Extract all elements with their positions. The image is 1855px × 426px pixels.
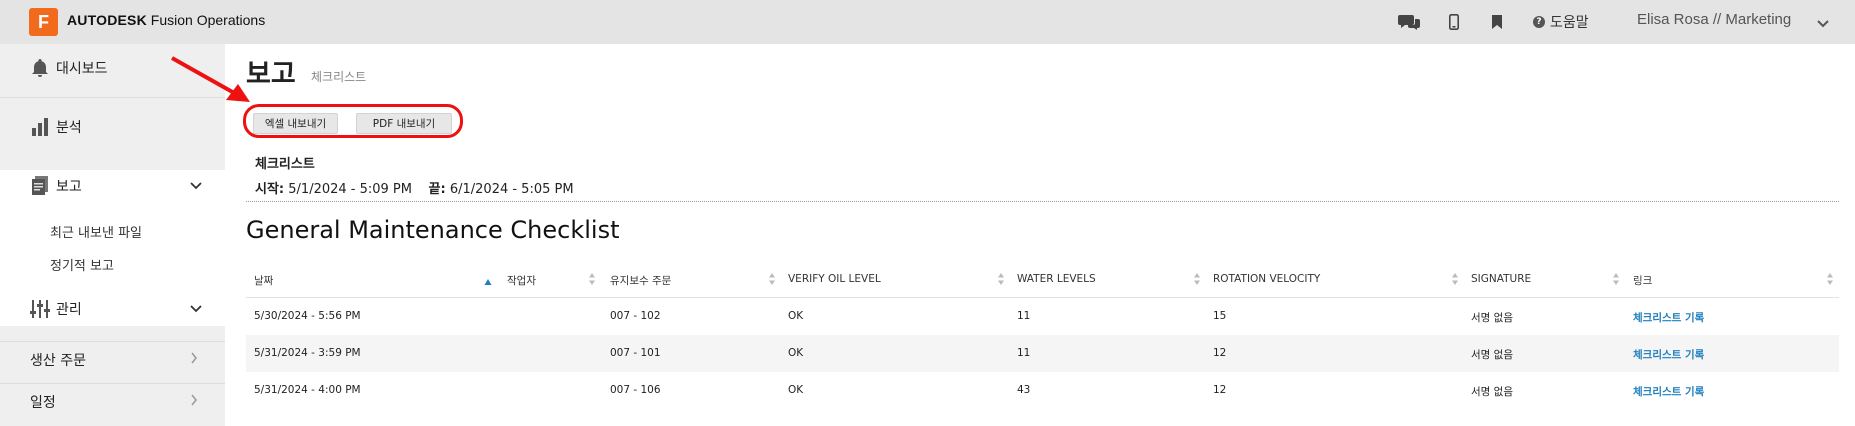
column-header-verify-oil-level[interactable]: VERIFY OIL LEVEL xyxy=(788,273,881,285)
column-header-link[interactable]: 링크 xyxy=(1633,273,1652,288)
cell-maintenance-order: 007 - 101 xyxy=(610,347,661,359)
sort-icon[interactable] xyxy=(1193,271,1201,290)
top-bar: F AUTODESK Fusion Operations ? 도움말 Elisa… xyxy=(0,0,1855,44)
cell-water-levels: 11 xyxy=(1017,347,1031,359)
chevron-right-icon[interactable] xyxy=(190,394,198,410)
report-date-range: 시작: 5/1/2024 - 5:09 PM 끝: 6/1/2024 - 5:0… xyxy=(255,178,574,197)
cell-maintenance-order: 007 - 102 xyxy=(610,310,661,322)
sidebar-divider xyxy=(0,341,225,342)
checklist-record-link[interactable]: 체크리스트 기록 xyxy=(1633,347,1704,362)
cell-water-levels: 11 xyxy=(1017,310,1031,322)
table-row[interactable]: 5/31/2024 - 3:59 PM 007 - 101 OK 11 12 서… xyxy=(246,335,1839,372)
checklist-title: General Maintenance Checklist xyxy=(246,216,620,244)
chat-icon[interactable] xyxy=(1398,12,1420,32)
export-excel-button[interactable]: 엑셀 내보내기 xyxy=(253,113,338,134)
sidebar-item-analytics[interactable]: 분석 xyxy=(0,117,225,137)
sidebar-subitem-recent-exports[interactable]: 최근 내보낸 파일 xyxy=(50,222,142,241)
sort-icon[interactable] xyxy=(588,271,596,290)
bell-icon xyxy=(30,58,50,78)
mobile-icon[interactable] xyxy=(1443,12,1465,32)
sort-ascending-icon[interactable] xyxy=(484,271,492,290)
bar-chart-icon xyxy=(30,117,50,137)
column-header-signature[interactable]: SIGNATURE xyxy=(1471,273,1531,285)
sidebar-item-reports[interactable]: 보고 xyxy=(0,176,225,196)
sidebar-item-management[interactable]: 관리 xyxy=(0,299,225,319)
column-header-water-levels[interactable]: WATER LEVELS xyxy=(1017,273,1096,285)
cell-rotation-velocity: 12 xyxy=(1213,347,1227,359)
sidebar-item-schedule[interactable]: 일정 xyxy=(0,392,225,412)
sidebar-item-label: 대시보드 xyxy=(56,61,108,77)
sidebar-item-label: 분석 xyxy=(56,120,82,136)
cell-oil-level: OK xyxy=(788,384,804,396)
column-header-maintenance-order[interactable]: 유지보수 주문 xyxy=(610,273,671,288)
brand-name: AUTODESK Fusion Operations xyxy=(67,12,265,28)
cell-date: 5/31/2024 - 4:00 PM xyxy=(254,384,361,396)
cell-signature: 서명 없음 xyxy=(1471,386,1513,398)
sort-icon[interactable] xyxy=(768,271,776,290)
help-icon: ? xyxy=(1533,16,1545,28)
sidebar-item-label: 생산 주문 xyxy=(30,353,86,369)
divider-dotted xyxy=(246,201,1839,202)
sidebar-item-label: 관리 xyxy=(56,302,82,318)
sort-icon[interactable] xyxy=(1451,271,1459,290)
bookmark-icon[interactable] xyxy=(1486,12,1508,32)
chevron-right-icon[interactable] xyxy=(190,352,198,368)
end-label: 끝: xyxy=(428,182,446,197)
user-menu[interactable]: Elisa Rosa // Marketing xyxy=(1637,11,1791,28)
cell-date: 5/30/2024 - 5:56 PM xyxy=(254,310,361,322)
brand-product: Fusion Operations xyxy=(150,12,266,28)
cell-signature: 서명 없음 xyxy=(1471,312,1513,324)
chevron-down-icon[interactable] xyxy=(190,178,202,194)
page-title: 보고 xyxy=(246,59,296,90)
cell-rotation-velocity: 12 xyxy=(1213,384,1227,396)
brand-autodesk: AUTODESK xyxy=(67,12,147,28)
table-row[interactable]: 5/31/2024 - 4:00 PM 007 - 106 OK 43 12 서… xyxy=(246,372,1839,409)
sidebar-subitem-scheduled-reports[interactable]: 정기적 보고 xyxy=(50,255,114,274)
checklist-record-link[interactable]: 체크리스트 기록 xyxy=(1633,384,1704,399)
column-header-worker[interactable]: 작업자 xyxy=(507,273,536,288)
column-header-rotation-velocity[interactable]: ROTATION VELOCITY xyxy=(1213,273,1320,285)
cell-oil-level: OK xyxy=(788,347,804,359)
sidebar-divider xyxy=(0,383,225,384)
chevron-down-icon[interactable] xyxy=(1816,14,1830,33)
cell-maintenance-order: 007 - 106 xyxy=(610,384,661,396)
sidebar-item-production-orders[interactable]: 생산 주문 xyxy=(0,350,225,370)
export-pdf-button[interactable]: PDF 내보내기 xyxy=(356,113,452,134)
sort-icon[interactable] xyxy=(1826,271,1834,290)
annotation-arrow xyxy=(171,56,250,102)
sliders-icon xyxy=(30,299,50,319)
cell-rotation-velocity: 15 xyxy=(1213,310,1227,322)
fusion-logo[interactable]: F xyxy=(29,8,58,36)
table-row[interactable]: 5/30/2024 - 5:56 PM 007 - 102 OK 11 15 서… xyxy=(246,298,1839,335)
cell-oil-level: OK xyxy=(788,310,804,322)
help-label: 도움말 xyxy=(1550,15,1589,31)
sidebar-item-label: 일정 xyxy=(30,395,56,411)
sidebar-item-label: 보고 xyxy=(56,179,82,195)
start-label: 시작: xyxy=(255,182,285,197)
cell-date: 5/31/2024 - 3:59 PM xyxy=(254,347,361,359)
help-button[interactable]: ? 도움말 xyxy=(1533,12,1589,32)
sort-icon[interactable] xyxy=(1612,271,1620,290)
page-subtitle: 체크리스트 xyxy=(311,70,367,84)
end-value: 6/1/2024 - 5:05 PM xyxy=(449,182,574,197)
report-icon xyxy=(30,176,50,196)
start-value: 5/1/2024 - 5:09 PM xyxy=(288,182,412,197)
chevron-down-icon[interactable] xyxy=(190,301,202,317)
cell-water-levels: 43 xyxy=(1017,384,1031,396)
sort-icon[interactable] xyxy=(997,271,1005,290)
checklist-record-link[interactable]: 체크리스트 기록 xyxy=(1633,310,1704,325)
cell-signature: 서명 없음 xyxy=(1471,349,1513,361)
report-name: 체크리스트 xyxy=(255,157,315,172)
column-header-date[interactable]: 날짜 xyxy=(254,273,273,288)
